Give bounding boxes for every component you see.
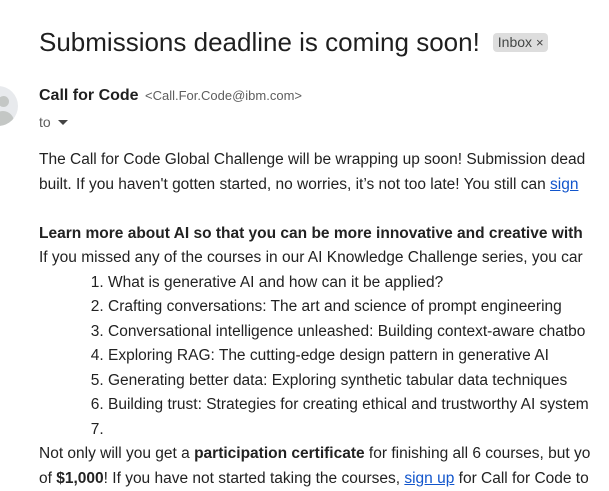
inbox-label-chip[interactable]: Inbox × [493,33,548,52]
paragraph-spacer [39,197,609,222]
paragraph-3-text: of [39,470,56,487]
recipient-row: to [39,114,68,130]
avatar-body-shape [0,111,14,126]
body-paragraph-3-line-2: of $1,000! If you have not started takin… [39,467,609,491]
remove-label-icon[interactable]: × [536,35,544,50]
sender-row: Call for Code <Call.For.Code@ibm.com> [39,87,302,105]
section-heading: Learn more about AI so that you can be m… [39,222,609,247]
sender-email: <Call.For.Code@ibm.com> [145,88,302,103]
sign-up-link[interactable]: sign [550,176,578,193]
list-item: Generating better data: Exploring synthe… [108,369,609,394]
email-subject: Submissions deadline is coming soon! [39,27,480,58]
body-paragraph-1-line-1: The Call for Code Global Challenge will … [39,148,609,173]
list-item: Crafting conversations: The art and scie… [108,295,609,320]
chevron-down-icon[interactable] [58,120,68,125]
sign-up-link-2[interactable]: sign up [404,470,454,487]
to-label: to [39,114,51,130]
sender-avatar[interactable] [0,86,18,126]
email-subject-row: Submissions deadline is coming soon! Inb… [39,27,548,58]
inbox-label-text: Inbox [498,34,532,50]
prize-amount-text: $1,000 [56,470,103,487]
paragraph-3-text: for finishing all 6 courses, but yo [365,445,591,462]
list-item: Exploring RAG: The cutting-edge design p… [108,344,609,369]
body-paragraph-1-line-2-text: built. If you haven't gotten started, no… [39,176,550,193]
sender-name[interactable]: Call for Code [39,87,139,104]
list-item: What is generative AI and how can it be … [108,271,609,296]
body-paragraph-1-line-2: built. If you haven't gotten started, no… [39,173,609,198]
course-list: What is generative AI and how can it be … [39,271,609,443]
paragraph-3-text: Not only will you get a [39,445,194,462]
list-item: Conversational intelligence unleashed: B… [108,320,609,345]
courses-intro: If you missed any of the courses in our … [39,246,609,271]
email-body: The Call for Code Global Challenge will … [39,148,609,491]
list-item: Building trust: Strategies for creating … [108,393,609,418]
paragraph-3-text: ! If you have not started taking the cou… [104,470,405,487]
participation-certificate-text: participation certificate [194,445,365,462]
list-item [108,418,609,443]
avatar-head-shape [0,96,9,107]
body-paragraph-3-line-1: Not only will you get a participation ce… [39,442,609,467]
paragraph-3-text: for Call for Code to [454,470,588,487]
